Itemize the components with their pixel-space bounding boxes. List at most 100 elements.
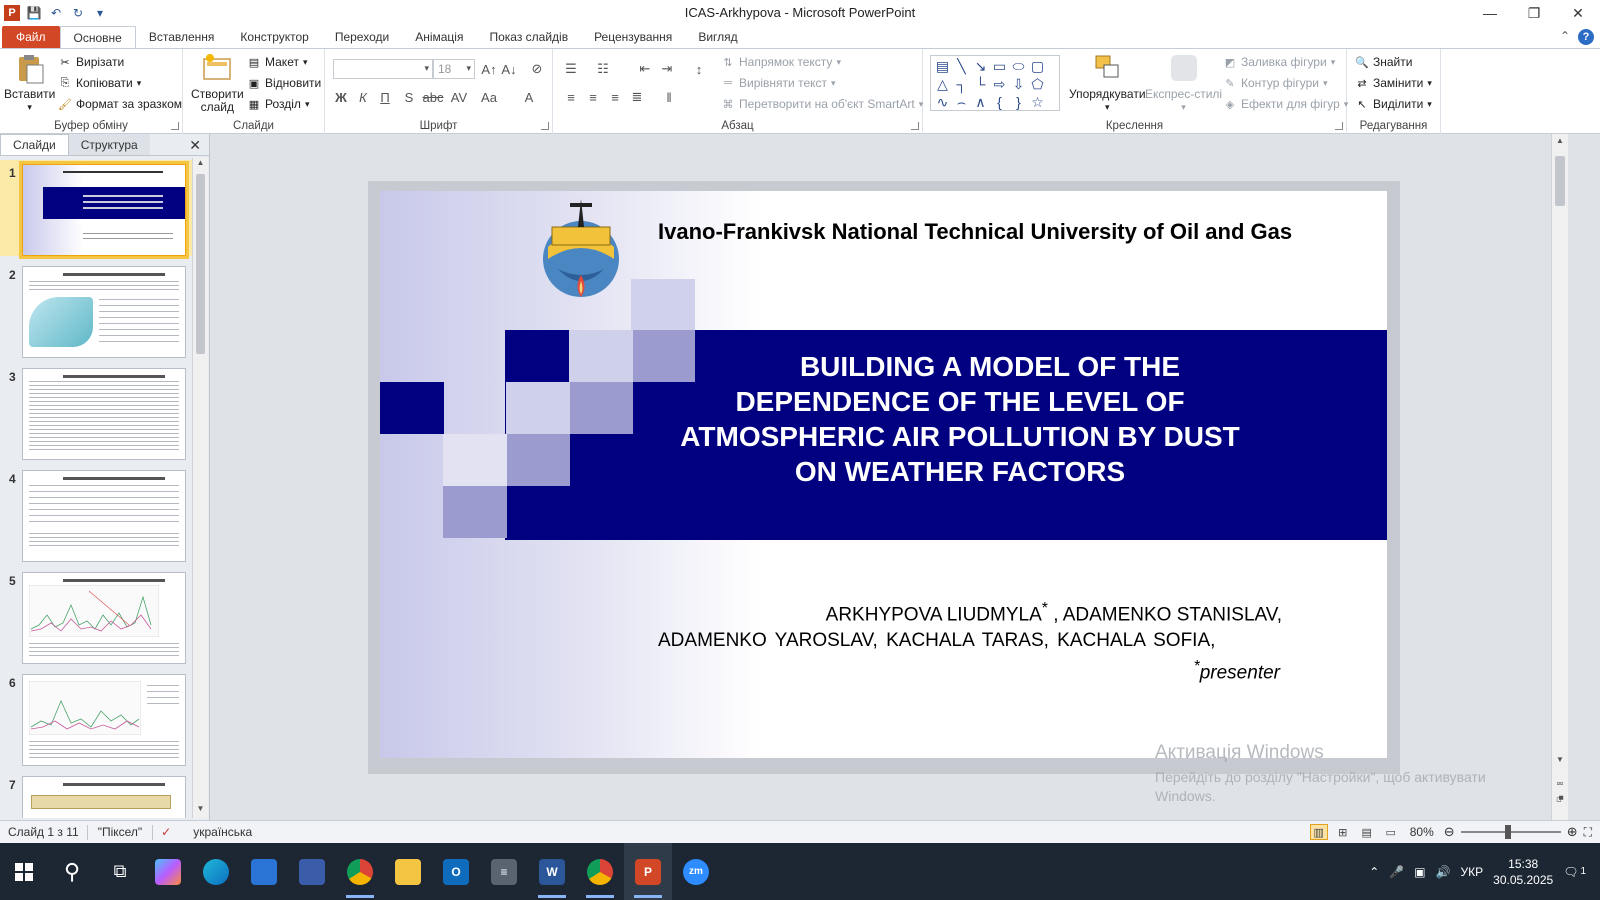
justify-icon[interactable]: ≣ xyxy=(627,87,647,107)
thumbnail-scrollbar[interactable]: ▲ ▼ xyxy=(192,158,208,818)
editor-scrollbar[interactable]: ▲ ▼ ⮹ ⮻ xyxy=(1551,134,1568,820)
zoom-slider-knob[interactable] xyxy=(1504,825,1511,839)
align-text-button[interactable]: ═ Вирівняти текст ▾ xyxy=(721,73,835,93)
slide-thumbnail-1[interactable]: 1 xyxy=(0,160,192,259)
undo-icon[interactable]: ↶ xyxy=(48,5,64,21)
shape-effects-button[interactable]: ◈ Ефекти для фігур ▾ xyxy=(1223,94,1349,114)
tab-animation[interactable]: Анімація xyxy=(402,26,476,48)
editor-scroll-down-icon[interactable]: ▼ xyxy=(1552,755,1568,764)
scroll-up-icon[interactable]: ▲ xyxy=(193,158,208,172)
slide-thumbnail-2[interactable]: 2 xyxy=(0,262,192,358)
zigzag-shape-icon[interactable]: ∧ xyxy=(971,93,990,111)
grow-font-icon[interactable]: A↑ xyxy=(479,59,499,79)
right-arrow-shape-icon[interactable]: ⇨ xyxy=(990,75,1009,93)
tab-insert[interactable]: Вставлення xyxy=(136,26,228,48)
slide-canvas[interactable]: Ivano-Frankivsk National Technical Unive… xyxy=(380,191,1387,758)
editor-scroll-thumb[interactable] xyxy=(1555,156,1565,206)
tab-view[interactable]: Вигляд xyxy=(685,26,750,48)
scroll-thumb[interactable] xyxy=(196,174,205,354)
tab-slides[interactable]: Слайди xyxy=(0,134,69,155)
shrink-font-icon[interactable]: A↓ xyxy=(499,59,519,79)
underline-icon[interactable]: П xyxy=(375,87,395,107)
flowchart-shape-icon[interactable]: ⬠ xyxy=(1028,75,1047,93)
paste-button[interactable]: Вставити ▾ xyxy=(4,53,55,114)
tab-file[interactable]: Файл xyxy=(2,26,60,48)
reading-view-icon[interactable]: ▤ xyxy=(1358,824,1376,840)
elbow-connector-shape-icon[interactable]: └ xyxy=(971,75,990,93)
minimize-icon[interactable]: — xyxy=(1468,0,1512,26)
microphone-icon[interactable]: 🎤 xyxy=(1389,865,1404,879)
shape-outline-button[interactable]: ✎ Контур фігури ▾ xyxy=(1223,73,1327,93)
layout-button[interactable]: ▤ Макет ▾ xyxy=(247,52,308,72)
tab-home[interactable]: Основне xyxy=(59,26,136,48)
tab-review[interactable]: Рецензування xyxy=(581,26,685,48)
decrease-indent-icon[interactable]: ⇤ xyxy=(635,59,655,79)
tab-slideshow[interactable]: Показ слайдів xyxy=(476,26,581,48)
arrange-button[interactable]: Упорядкувати ▾ xyxy=(1069,53,1146,114)
format-painter-button[interactable]: 🖌 Формат за зразком xyxy=(58,94,182,114)
section-button[interactable]: ▦ Розділ ▾ xyxy=(247,94,310,114)
zoom-slider[interactable] xyxy=(1460,825,1561,839)
start-button[interactable] xyxy=(0,843,48,900)
italic-icon[interactable]: К xyxy=(353,87,373,107)
brace-right-shape-icon[interactable]: } xyxy=(1009,93,1028,111)
slide-thumbnail-6[interactable]: 6 xyxy=(0,670,192,766)
curve-shape-icon[interactable]: ∿ xyxy=(933,93,952,111)
cut-button[interactable]: ✂ Вирізати xyxy=(58,52,124,72)
zoom-taskbar-button[interactable]: zm xyxy=(672,843,720,900)
copy-button[interactable]: ⎘ Копіювати ▾ xyxy=(58,73,142,93)
search-button[interactable]: ⚲ xyxy=(48,843,96,900)
brace-left-shape-icon[interactable]: { xyxy=(990,93,1009,111)
fit-to-window-icon[interactable]: ⛶ xyxy=(1584,825,1592,840)
numbering-icon[interactable]: ☷ xyxy=(593,59,613,79)
store-taskbar-button[interactable] xyxy=(240,843,288,900)
close-panel-icon[interactable]: ✕ xyxy=(189,137,201,154)
notifications-icon[interactable]: 🗨 1 xyxy=(1563,865,1586,879)
slide-thumbnail-5[interactable]: 5 xyxy=(0,568,192,664)
minimize-ribbon-icon[interactable]: ⌃ xyxy=(1560,29,1570,45)
task-view-button[interactable]: ⧉ xyxy=(96,843,144,900)
find-button[interactable]: 🔍 Знайти xyxy=(1355,52,1412,72)
chrome-taskbar-button[interactable] xyxy=(336,843,384,900)
shapes-gallery[interactable]: ▤ ╲ ↘ ▭ ⬭ ▢ △ ┐ └ ⇨ ⇩ ⬠ ∿ ⌢ ∧ { } ☆ xyxy=(930,55,1060,111)
prev-slide-icon[interactable]: ⮹ xyxy=(1552,779,1568,790)
strikethrough-icon[interactable]: abc xyxy=(423,87,444,107)
triangle-shape-icon[interactable]: △ xyxy=(933,75,952,93)
slide-sorter-icon[interactable]: ⊞ xyxy=(1334,824,1352,840)
theme-name[interactable]: "Піксел" xyxy=(88,824,154,840)
network-icon[interactable]: ▣ xyxy=(1414,865,1425,879)
font-family-combo[interactable]: ▾ xyxy=(333,59,433,79)
rounded-rect-shape-icon[interactable]: ▢ xyxy=(1028,57,1047,75)
restore-icon[interactable]: ❐ xyxy=(1512,0,1556,26)
shape-fill-button[interactable]: ◩ Заливка фігури ▾ xyxy=(1223,52,1335,72)
convert-smartart-button[interactable]: ⌘ Перетворити на об'єкт SmartArt ▾ xyxy=(721,94,924,114)
arc-shape-icon[interactable]: ⌢ xyxy=(952,93,971,111)
change-case-icon[interactable]: Aa xyxy=(479,87,499,107)
scroll-down-icon[interactable]: ▼ xyxy=(193,804,208,818)
reset-button[interactable]: ▣ Відновити xyxy=(247,73,321,93)
down-arrow-shape-icon[interactable]: ⇩ xyxy=(1009,75,1028,93)
clock[interactable]: 15:38 30.05.2025 xyxy=(1493,856,1553,888)
font-size-combo[interactable]: 18 ▾ xyxy=(433,59,475,79)
paragraph-launcher-icon[interactable] xyxy=(911,122,919,130)
powerpoint-logo-icon[interactable]: P xyxy=(4,5,20,21)
slide-thumbnail-7[interactable]: 7 xyxy=(0,772,192,818)
word-taskbar-button[interactable]: W xyxy=(528,843,576,900)
oval-shape-icon[interactable]: ⬭ xyxy=(1009,57,1028,75)
font-color-icon[interactable]: A xyxy=(519,87,539,107)
powerpoint-taskbar-button[interactable]: P xyxy=(624,843,672,900)
align-center-icon[interactable]: ≡ xyxy=(583,87,603,107)
bullets-icon[interactable]: ☰ xyxy=(561,59,581,79)
volume-icon[interactable]: 🔊 xyxy=(1436,865,1451,879)
clear-format-icon[interactable]: ⊘ xyxy=(527,59,547,79)
customize-qat-icon[interactable]: ▾ xyxy=(92,5,108,21)
zoom-level[interactable]: 80% xyxy=(1410,825,1434,839)
slide-thumbnail-4[interactable]: 4 xyxy=(0,466,192,562)
connector-shape-icon[interactable]: ┐ xyxy=(952,75,971,93)
tab-transitions[interactable]: Переходи xyxy=(322,26,402,48)
font-launcher-icon[interactable] xyxy=(541,122,549,130)
text-direction-button[interactable]: ⇅ Напрямок тексту ▾ xyxy=(721,52,841,72)
slideshow-view-icon[interactable]: ▭ xyxy=(1382,824,1400,840)
close-icon[interactable]: ✕ xyxy=(1556,0,1600,26)
chrome-2-taskbar-button[interactable] xyxy=(576,843,624,900)
